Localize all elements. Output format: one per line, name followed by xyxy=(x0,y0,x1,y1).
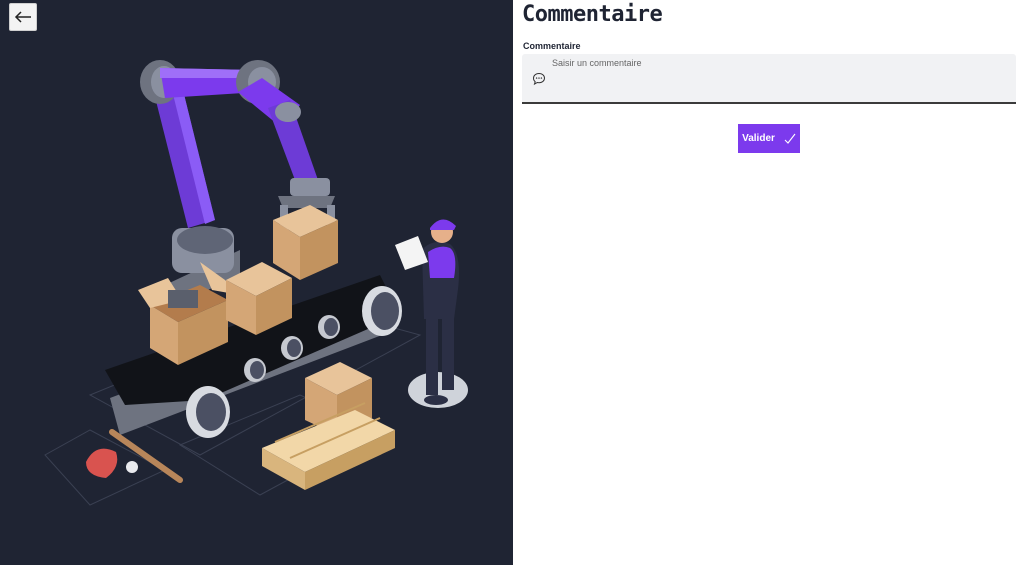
check-icon xyxy=(784,133,796,144)
comment-field-label: Commentaire xyxy=(523,41,581,51)
factory-robot-illustration xyxy=(44,60,468,506)
illustration-panel xyxy=(0,0,513,565)
speech-bubble-icon xyxy=(532,72,546,86)
page-title: Commentaire xyxy=(522,2,663,27)
comment-field[interactable] xyxy=(522,54,1016,104)
back-button[interactable] xyxy=(9,3,37,31)
comment-input[interactable] xyxy=(550,58,1010,98)
validate-button[interactable]: Valider xyxy=(738,124,800,153)
validate-button-label: Valider xyxy=(742,133,775,144)
arrow-left-icon xyxy=(14,11,31,23)
comment-form-panel: Commentaire Commentaire Valider xyxy=(513,0,1024,565)
